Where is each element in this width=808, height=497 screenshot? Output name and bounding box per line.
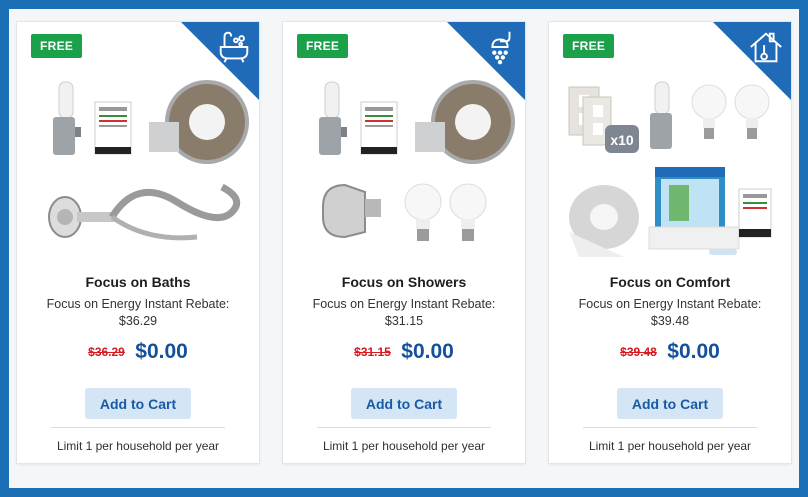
price-row: $31.15 $0.00	[283, 340, 525, 364]
bathtub-icon	[219, 31, 249, 63]
product-card-baths: FREE Focus on Baths Focus on Energy Inst…	[17, 22, 259, 463]
original-price: $31.15	[354, 345, 391, 359]
original-price: $39.48	[620, 345, 657, 359]
sale-price: $0.00	[135, 340, 188, 363]
product-grid: FREE Focus on Baths Focus on Energy Inst…	[9, 9, 799, 488]
add-to-cart-button[interactable]: Add to Cart	[351, 388, 457, 419]
quantity-badge: x10	[610, 132, 634, 148]
rebate-text: Focus on Energy Instant Rebate: $39.48	[559, 296, 781, 330]
free-badge: FREE	[297, 34, 349, 58]
product-card-comfort: FREE x10 Focus on Comfort Focus on Energ…	[549, 22, 791, 463]
house-thermometer-icon	[750, 32, 782, 63]
divider	[51, 427, 225, 428]
free-badge: FREE	[563, 34, 615, 58]
product-image-baths	[48, 80, 249, 241]
rebate-text: Focus on Energy Instant Rebate: $36.29	[27, 296, 249, 330]
add-to-cart-button[interactable]: Add to Cart	[617, 388, 723, 419]
product-card-showers: FREE Focus on Showers Focus on Energy In…	[283, 22, 525, 463]
sale-price: $0.00	[401, 340, 454, 363]
rebate-label: Focus on Energy Instant Rebate:	[578, 297, 762, 311]
divider	[317, 427, 491, 428]
rebate-label: Focus on Energy Instant Rebate:	[46, 297, 230, 311]
limit-text: Limit 1 per household per year	[56, 439, 220, 453]
original-price: $36.29	[88, 345, 125, 359]
product-title: Focus on Comfort	[609, 274, 731, 290]
divider	[583, 427, 757, 428]
limit-text: Limit 1 per household per year	[588, 439, 752, 453]
price-row: $39.48 $0.00	[549, 340, 791, 364]
free-badge: FREE	[31, 34, 83, 58]
product-image-showers	[319, 80, 515, 241]
rebate-amount: $31.15	[384, 314, 424, 328]
price-row: $36.29 $0.00	[17, 340, 259, 364]
rebate-amount: $36.29	[118, 314, 158, 328]
rebate-text: Focus on Energy Instant Rebate: $31.15	[293, 296, 515, 330]
limit-text: Limit 1 per household per year	[322, 439, 486, 453]
add-to-cart-button[interactable]: Add to Cart	[85, 388, 191, 419]
shower-icon	[491, 31, 511, 65]
product-title: Focus on Showers	[341, 274, 467, 290]
product-image-comfort: x10	[568, 81, 772, 257]
rebate-amount: $39.48	[650, 314, 690, 328]
product-title: Focus on Baths	[85, 274, 191, 290]
sale-price: $0.00	[667, 340, 720, 363]
rebate-label: Focus on Energy Instant Rebate:	[312, 297, 496, 311]
